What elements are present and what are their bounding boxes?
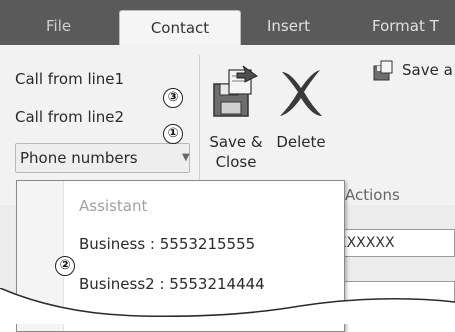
call-from-line2-button[interactable]: Call from line2 <box>15 108 124 126</box>
save-close-button[interactable]: Save & Close <box>206 58 266 182</box>
tab-file[interactable]: File <box>46 14 71 38</box>
torn-edge-decoration <box>0 288 455 324</box>
chevron-down-icon: ▼ <box>182 152 190 163</box>
tab-contact[interactable]: Contact <box>119 10 241 47</box>
menu-item-business[interactable]: Business : 5553215555 <box>79 235 255 253</box>
tab-insert[interactable]: Insert <box>267 14 310 38</box>
callout-2-badge: ② <box>55 256 75 276</box>
call-from-line1-button[interactable]: Call from line1 <box>15 70 124 88</box>
menu-item-assistant: Assistant <box>79 197 148 215</box>
phone-numbers-label: Phone numbers <box>20 149 138 167</box>
ribbon-tab-strip: File Contact Insert Format T <box>0 0 455 47</box>
delete-button[interactable]: Delete <box>268 58 334 168</box>
callout-2-label: ② <box>59 258 71 273</box>
contact-field-input[interactable]: XXXXXX <box>330 229 455 257</box>
save-new-icon <box>373 60 393 81</box>
save-close-icon <box>213 65 258 117</box>
phone-numbers-dropdown-button[interactable]: Phone numbers ▼ <box>15 143 190 173</box>
callout-3-label: ③ <box>167 90 179 105</box>
save-close-label-line2: Close <box>215 153 257 171</box>
tab-format-text[interactable]: Format T <box>372 14 439 38</box>
save-and-new-label: Save a <box>402 61 453 79</box>
callout-3-badge: ③ <box>163 88 183 108</box>
actions-group-label: Actions <box>345 186 400 204</box>
callout-1-label: ① <box>167 126 179 141</box>
delete-label: Delete <box>276 133 326 151</box>
save-and-new-button[interactable]: Save a <box>370 58 455 84</box>
contact-field-value: XXXXXX <box>337 235 395 251</box>
save-close-label-line1: Save & <box>209 133 263 151</box>
callout-1-badge: ① <box>163 124 183 144</box>
delete-x-icon <box>280 70 322 116</box>
